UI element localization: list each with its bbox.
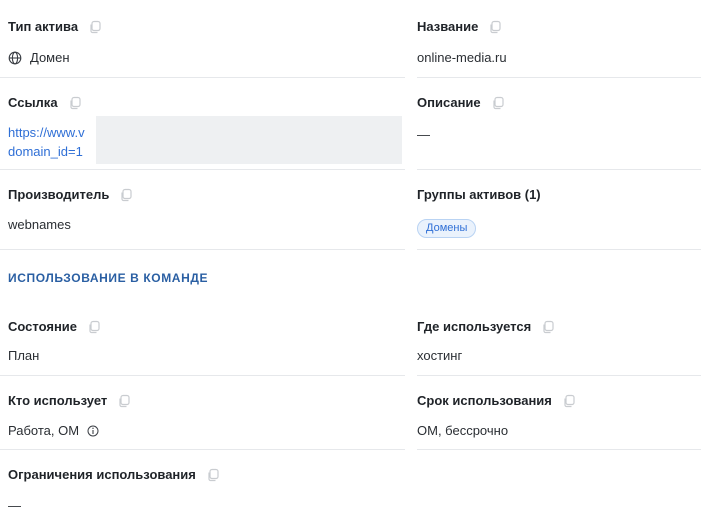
state-value: План: [8, 348, 40, 363]
section-title: ИСПОЛЬЗОВАНИЕ В КОМАНДЕ: [8, 271, 209, 285]
divider: [0, 449, 405, 450]
asset-type-value: Домен: [8, 50, 70, 65]
redacted-area: [96, 116, 402, 164]
copy-icon[interactable]: [87, 320, 101, 334]
copy-icon[interactable]: [68, 96, 82, 110]
divider: [417, 249, 701, 250]
where-used-value: хостинг: [417, 348, 463, 363]
copy-icon[interactable]: [117, 394, 131, 408]
divider: [0, 169, 405, 170]
divider: [417, 449, 701, 450]
manufacturer-value: webnames: [8, 217, 71, 232]
name-value: online-media.ru: [417, 50, 507, 65]
copy-icon[interactable]: [541, 320, 555, 334]
globe-icon: [8, 51, 22, 65]
copy-icon[interactable]: [491, 96, 505, 110]
asset-groups-label: Группы активов (1): [417, 187, 541, 202]
restrictions-value: —: [8, 498, 21, 513]
divider: [0, 249, 405, 250]
copy-icon[interactable]: [488, 20, 502, 34]
asset-type-label: Тип актива: [8, 19, 102, 34]
description-value: —: [417, 127, 430, 142]
asset-group-badge[interactable]: Домены: [417, 219, 477, 238]
divider: [0, 77, 405, 78]
manufacturer-label: Производитель: [8, 187, 133, 202]
asset-group-badge-wrap: Домены: [417, 218, 477, 238]
copy-icon[interactable]: [119, 188, 133, 202]
where-used-label: Где используется: [417, 319, 555, 334]
copy-icon[interactable]: [206, 468, 220, 482]
link-label: Ссылка: [8, 95, 82, 110]
divider: [417, 169, 701, 170]
usage-term-label: Срок использования: [417, 393, 576, 408]
description-label: Описание: [417, 95, 505, 110]
usage-term-value: ОМ, бессрочно: [417, 423, 509, 438]
name-label: Название: [417, 19, 502, 34]
copy-icon[interactable]: [88, 20, 102, 34]
asset-link[interactable]: https://www.v domain_id=1: [8, 123, 85, 161]
restrictions-label: Ограничения использования: [8, 467, 220, 482]
divider: [0, 375, 405, 376]
copy-icon[interactable]: [562, 394, 576, 408]
who-uses-value: Работа, ОМ: [8, 423, 99, 438]
info-icon[interactable]: [87, 425, 99, 437]
state-label: Состояние: [8, 319, 101, 334]
who-uses-label: Кто использует: [8, 393, 131, 408]
divider: [417, 375, 701, 376]
divider: [417, 77, 701, 78]
